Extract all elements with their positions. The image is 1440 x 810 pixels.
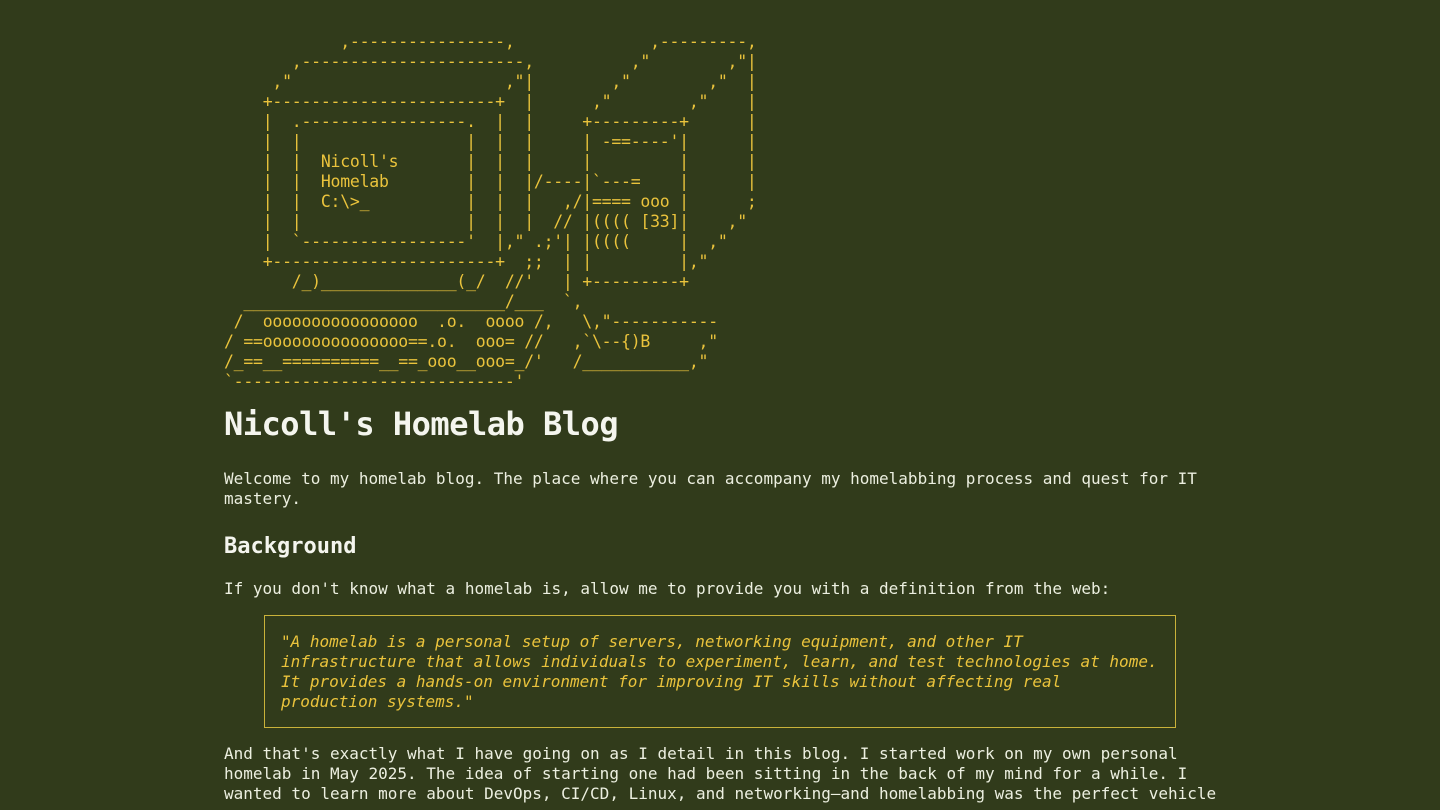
ascii-art-banner: ,----------------, ,---------, ,--------… bbox=[224, 32, 757, 391]
background-body-paragraph: And that's exactly what I have going on … bbox=[224, 744, 1217, 803]
intro-paragraph: Welcome to my homelab blog. The place wh… bbox=[224, 469, 1197, 508]
homelab-definition-quote: "A homelab is a personal setup of server… bbox=[264, 615, 1176, 728]
blog-page: ,----------------, ,---------, ,--------… bbox=[224, 32, 1224, 804]
page-title: Nicoll's Homelab Blog bbox=[224, 405, 619, 443]
background-heading: Background bbox=[224, 534, 357, 559]
background-lead-paragraph: If you don't know what a homelab is, all… bbox=[224, 579, 1111, 598]
